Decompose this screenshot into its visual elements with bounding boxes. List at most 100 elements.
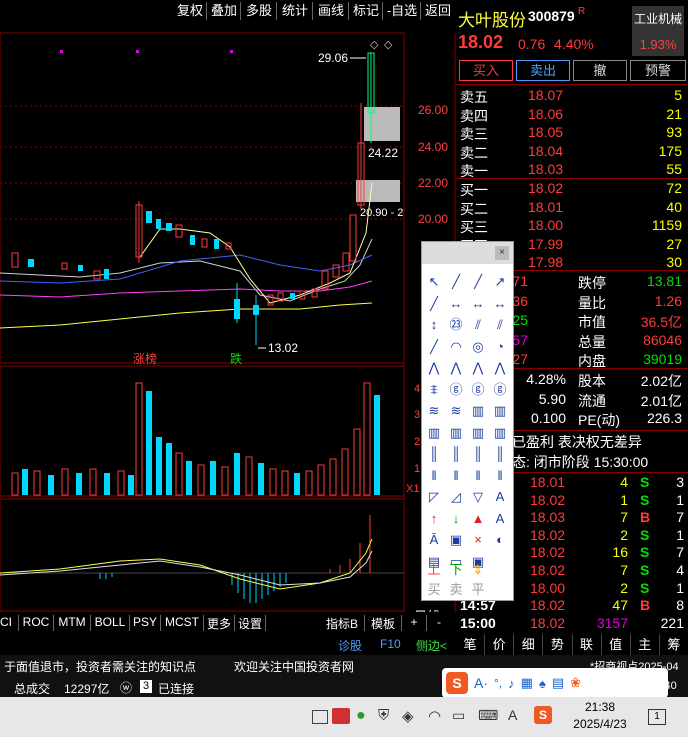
tool-fib2-icon[interactable]: ≋ bbox=[446, 401, 466, 421]
tool-bars4-icon[interactable]: ▥ bbox=[446, 423, 466, 443]
tool-cycle2-icon[interactable]: ║ bbox=[446, 444, 466, 464]
tool-bars3-icon[interactable]: ▥ bbox=[424, 423, 444, 443]
ticker-text-1[interactable]: 于面值退市，投资者需关注的知识点 bbox=[4, 658, 196, 675]
tool-tri2-icon[interactable]: ◿ bbox=[446, 487, 466, 507]
tool-bars-icon[interactable]: ▥ bbox=[468, 401, 488, 421]
tool-marker-icon[interactable]: ▲ bbox=[468, 509, 488, 529]
tab-jia[interactable]: 价 bbox=[485, 634, 515, 655]
palette-close-icon[interactable]: × bbox=[495, 246, 509, 260]
tab-more[interactable]: 更多 bbox=[204, 615, 235, 631]
wechat-icon[interactable]: ● bbox=[356, 707, 366, 725]
drawing-tool-palette[interactable]: × ↖ ╱ ╱ ↗ ╱ ↔ ↔ ↔ ↕ ㉓ ⫽ ⫽ ╱ ◠ ◎ ◔ ⋀ ⋀ ⋀ ⋀ ⩨ ⓖ ⓖ ⓖ ≋ ≋ ▥ ▥ ▥ ▥ ▥ ▥ ║ ║ ║ ║ ‖ ‖… bbox=[421, 241, 514, 601]
fuquan-button[interactable]: 复权 bbox=[174, 2, 207, 20]
tab-bi[interactable]: 笔 bbox=[456, 634, 486, 655]
tool-wave3-icon[interactable]: ⋀ bbox=[468, 358, 488, 378]
ime-tray-icon[interactable]: A bbox=[508, 707, 517, 723]
tool-count-icon[interactable]: ㉓ bbox=[446, 315, 466, 335]
tab-roc[interactable]: ROC bbox=[19, 615, 54, 631]
tab-lian[interactable]: 联 bbox=[573, 634, 602, 655]
tool-h-line-icon[interactable]: ↔ bbox=[446, 294, 466, 314]
tool-arrow-up-icon[interactable]: ↑ bbox=[424, 509, 444, 529]
tool-arc-icon[interactable]: ◠ bbox=[446, 337, 466, 357]
keyboard-icon[interactable]: ▦ bbox=[521, 675, 533, 691]
tool-pie-icon[interactable]: ◔ bbox=[490, 337, 510, 357]
tool-flat-label[interactable]: 平 bbox=[468, 580, 488, 600]
tool-v-line-icon[interactable]: ↕ bbox=[424, 315, 444, 335]
tab-ci[interactable]: CI bbox=[0, 615, 19, 631]
tool-gap-icon[interactable]: ‖ bbox=[424, 466, 444, 486]
tool-bars2-icon[interactable]: ▥ bbox=[490, 401, 510, 421]
tool-cycle4-icon[interactable]: ║ bbox=[490, 444, 510, 464]
kline-chart[interactable]: 26.00 24.00 22.00 20.00 29.06 ◇ ◇ 24.22 … bbox=[0, 22, 456, 634]
tool-segment-icon[interactable]: ╱ bbox=[424, 294, 444, 314]
tab-template[interactable]: 模板 bbox=[365, 615, 402, 631]
ime-mode-icon[interactable]: A· bbox=[474, 675, 488, 691]
tool-trend-icon[interactable]: ╱ bbox=[424, 337, 444, 357]
tool-cycle-icon[interactable]: ║ bbox=[424, 444, 444, 464]
tool-fib-icon[interactable]: ≋ bbox=[424, 401, 444, 421]
tab-mcst[interactable]: MCST bbox=[161, 615, 204, 631]
tab-settings[interactable]: 设置 bbox=[235, 615, 266, 631]
tool-gap3-icon[interactable]: ‖ bbox=[468, 466, 488, 486]
keyboard-tray-icon[interactable]: ⌨ bbox=[478, 707, 498, 724]
tool-gap4-icon[interactable]: ‖ bbox=[490, 466, 510, 486]
draw-line-button[interactable]: 画线 bbox=[314, 2, 349, 20]
wifi-icon[interactable]: ◠ bbox=[428, 707, 441, 725]
battery-icon[interactable]: ▭ bbox=[452, 707, 465, 724]
tab-boll[interactable]: BOLL bbox=[91, 615, 130, 631]
tool-bars6-icon[interactable]: ▥ bbox=[490, 423, 510, 443]
diagnose-link[interactable]: 诊股 bbox=[338, 637, 362, 654]
industry-box[interactable]: 工业机械 1.93% bbox=[632, 6, 684, 56]
tool-gann2-icon[interactable]: ⓖ bbox=[468, 380, 488, 400]
tool-wave4-icon[interactable]: ⋀ bbox=[490, 358, 510, 378]
alert-button[interactable]: 预警 bbox=[630, 60, 686, 81]
sogou-icon[interactable]: S bbox=[446, 672, 468, 694]
security-icon[interactable]: ◈ bbox=[402, 707, 414, 725]
toolbox-icon[interactable]: ▤ bbox=[552, 675, 564, 691]
tab-indicator-b[interactable]: 指标B bbox=[320, 615, 365, 631]
tab-zhu[interactable]: 主 bbox=[631, 634, 660, 655]
tool-buy-label[interactable]: 买 bbox=[424, 580, 444, 600]
stats-button[interactable]: 统计 bbox=[278, 2, 313, 20]
tab-zhi[interactable]: 值 bbox=[602, 634, 631, 655]
tool-gann-icon[interactable]: ⓖ bbox=[446, 380, 466, 400]
notification-icon[interactable]: 1 bbox=[648, 709, 666, 725]
tray-app-icon[interactable] bbox=[312, 710, 328, 724]
buy-button[interactable]: 买入 bbox=[459, 60, 513, 81]
tab-mtm[interactable]: MTM bbox=[54, 615, 91, 631]
tab-xi[interactable]: 细 bbox=[514, 634, 544, 655]
tool-ray-icon[interactable]: ╱ bbox=[468, 272, 488, 292]
tool-sell-label[interactable]: 卖 bbox=[446, 580, 466, 600]
sell-button[interactable]: 卖出 bbox=[516, 60, 570, 81]
overlay-button[interactable]: 叠加 bbox=[208, 2, 241, 20]
shield-icon[interactable]: ⛨ bbox=[378, 707, 389, 724]
tool-flat-icon[interactable]: ⇕ bbox=[468, 560, 488, 580]
punct-icon[interactable]: °, bbox=[494, 676, 502, 690]
tool-text-icon[interactable]: A bbox=[490, 487, 510, 507]
palette-header[interactable]: × bbox=[422, 242, 513, 264]
tab-chou[interactable]: 筹 bbox=[660, 634, 688, 655]
tool-h-seg-icon[interactable]: ↔ bbox=[490, 294, 510, 314]
tool-bars5-icon[interactable]: ▥ bbox=[468, 423, 488, 443]
f10-link[interactable]: F10 bbox=[380, 637, 401, 651]
multi-stock-button[interactable]: 多股 bbox=[242, 2, 277, 20]
tool-text2-icon[interactable]: A bbox=[490, 509, 510, 529]
tool-gann3-icon[interactable]: ⓖ bbox=[490, 380, 510, 400]
shirt-icon[interactable]: ♠ bbox=[539, 676, 546, 691]
tool-delete-icon[interactable]: × bbox=[468, 530, 488, 550]
add-watch-button[interactable]: -自选 bbox=[384, 2, 421, 20]
taskbar-date[interactable]: 2025/4/23 bbox=[566, 717, 634, 731]
tool-h-ray-icon[interactable]: ↔ bbox=[468, 294, 488, 314]
tab-minus[interactable]: - bbox=[427, 615, 451, 631]
tab-psy[interactable]: PSY bbox=[130, 615, 161, 631]
tool-box-icon[interactable]: ▣ bbox=[446, 530, 466, 550]
sogou-tray-icon[interactable]: S bbox=[534, 706, 552, 724]
tool-circle-icon[interactable]: ◎ bbox=[468, 337, 488, 357]
tray-red-icon[interactable] bbox=[332, 708, 350, 724]
tool-wave-icon[interactable]: ⋀ bbox=[424, 358, 444, 378]
tool-color-icon[interactable]: ◐ bbox=[490, 530, 510, 550]
tool-blank-icon[interactable] bbox=[490, 552, 510, 572]
ime-toolbar[interactable]: S A· °, ♪ ▦ ♠ ▤ ❀ bbox=[442, 668, 668, 698]
tool-triangle-icon[interactable]: ◸ bbox=[424, 487, 444, 507]
tool-arrow-down-icon[interactable]: ↓ bbox=[446, 509, 466, 529]
